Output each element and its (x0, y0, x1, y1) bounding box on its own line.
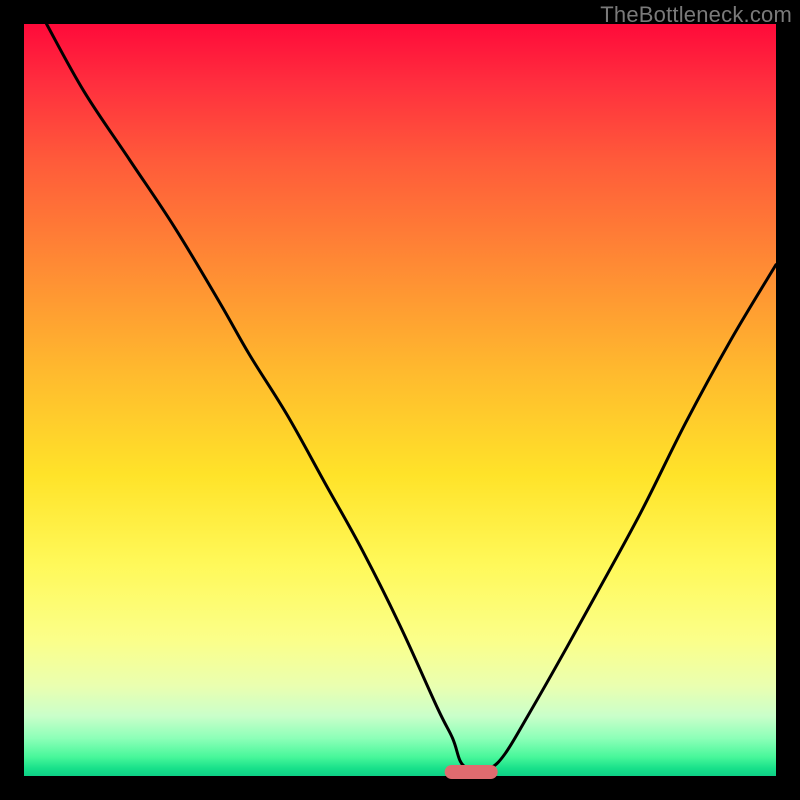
bottleneck-curve (24, 24, 776, 776)
plot-area (24, 24, 776, 776)
optimal-marker (445, 765, 498, 779)
